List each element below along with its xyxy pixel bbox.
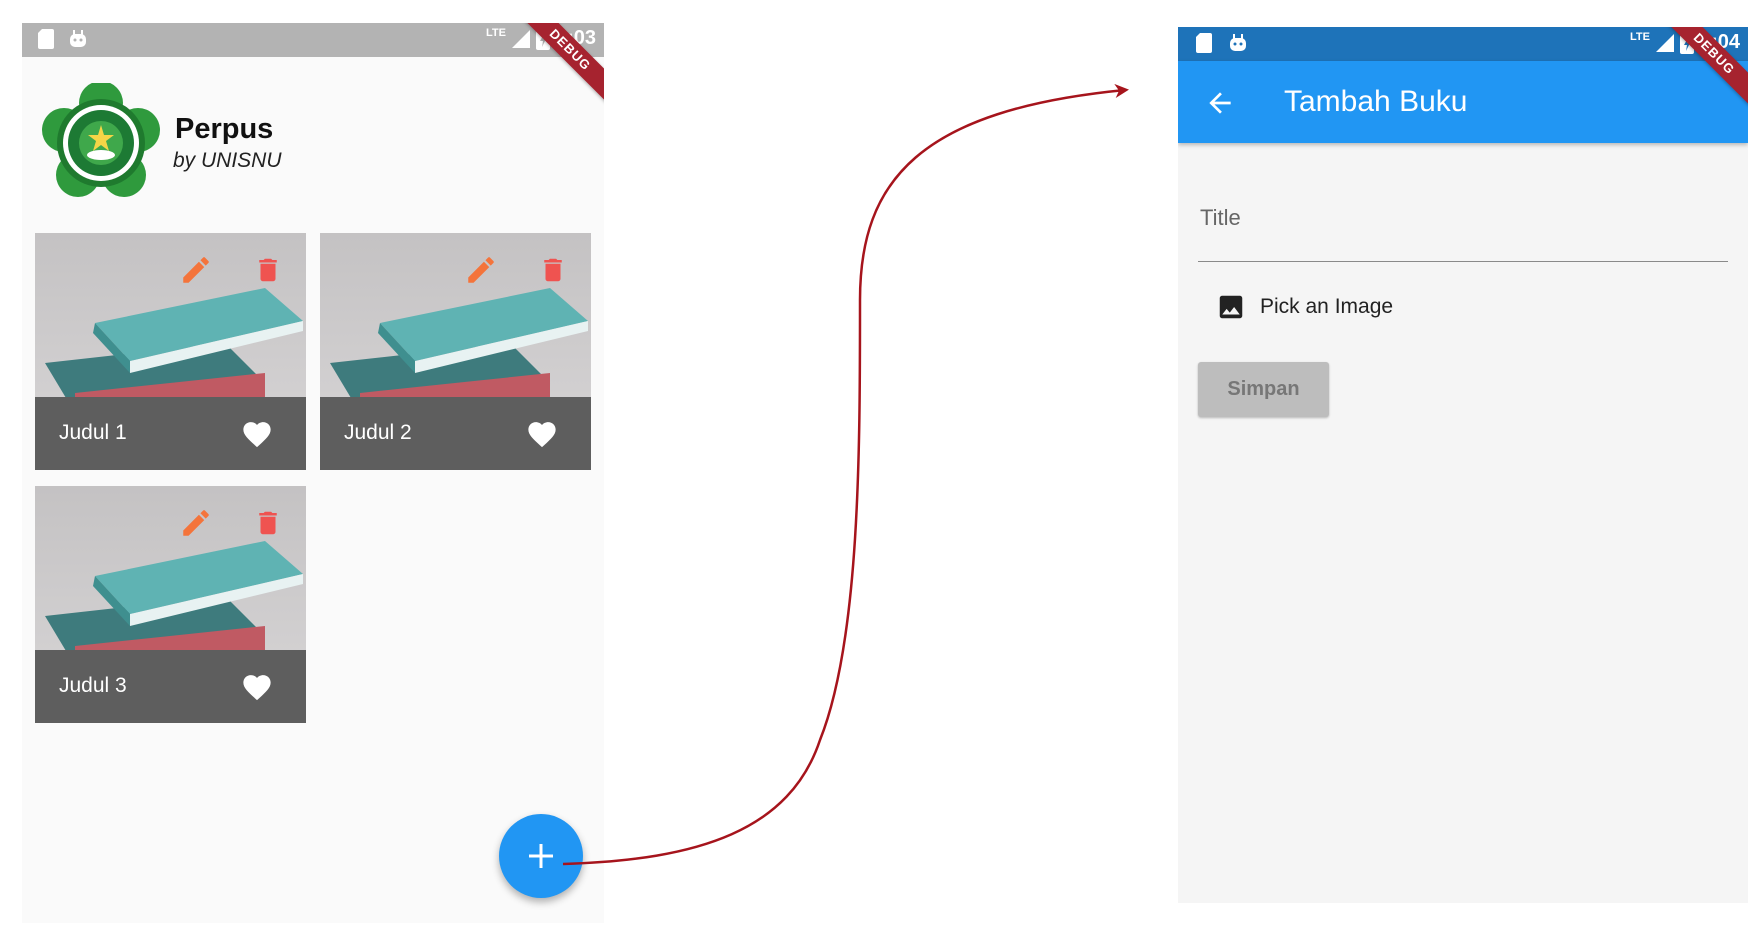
navigation-arrow xyxy=(562,84,1129,866)
